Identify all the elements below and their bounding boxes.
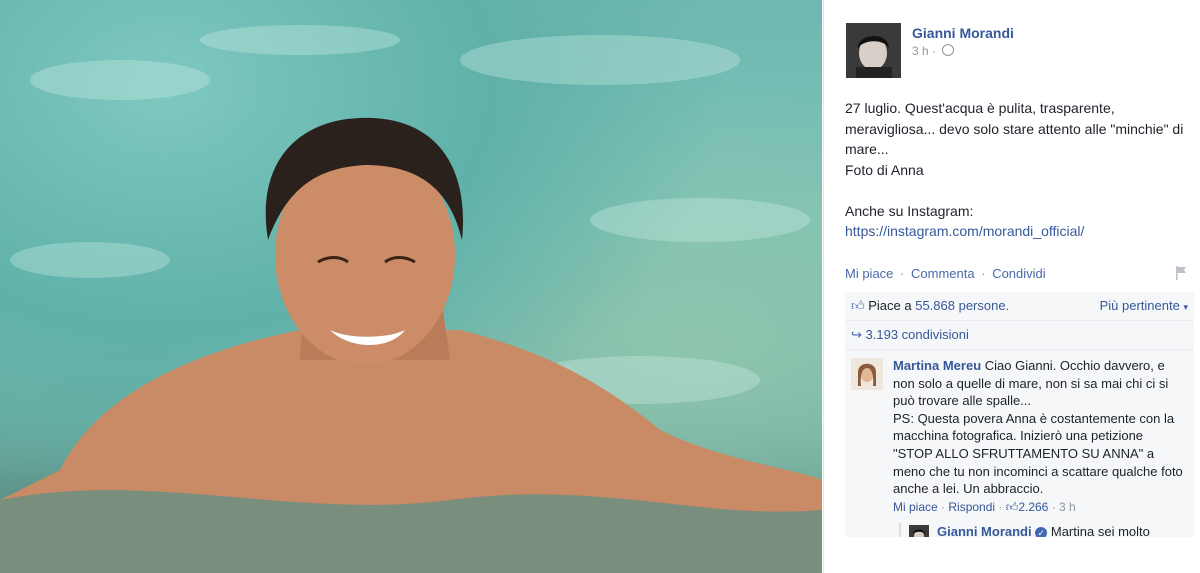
- post-text-line: Foto di Anna: [845, 161, 924, 178]
- post-panel: Gianni Morandi 3 h · 27 luglio. Quest'ac…: [823, 0, 1200, 573]
- separator: ·: [900, 266, 905, 281]
- verified-badge-icon: ✓: [1035, 526, 1048, 537]
- shares-row: ↪ 3.193 condivisioni: [845, 321, 1194, 350]
- shares-count-link[interactable]: 3.193 condivisioni: [866, 327, 969, 342]
- comment-time[interactable]: 3 h: [1059, 500, 1076, 514]
- comment-actions: Mi piace · Rispondi · 👍︎2.266 · 3 h: [893, 500, 1188, 515]
- likes-prefix: Piace a: [868, 298, 912, 313]
- author-name[interactable]: Gianni Morandi: [912, 25, 1014, 41]
- separator: ·: [998, 499, 1003, 514]
- comment-like-button[interactable]: Mi piace: [893, 500, 938, 514]
- flag-icon[interactable]: [1175, 266, 1187, 280]
- sort-dropdown[interactable]: Più pertinente ▾: [1100, 292, 1188, 321]
- like-button[interactable]: Mi piace: [845, 266, 893, 281]
- author-avatar[interactable]: [846, 23, 901, 78]
- post-text-line: meravigliosa... devo solo stare attento …: [845, 120, 1184, 137]
- post-text: 27 luglio. Quest'acqua è pulita, traspar…: [845, 98, 1185, 242]
- commenter-name[interactable]: Martina Mereu: [893, 358, 981, 373]
- share-button[interactable]: Condividi: [992, 266, 1045, 281]
- post-text-line: 27 luglio. Quest'acqua è pulita, traspar…: [845, 100, 1115, 116]
- commenter-avatar[interactable]: [851, 358, 883, 390]
- separator: ·: [1051, 499, 1056, 514]
- comment: Martina Mereu Ciao Gianni. Occhio davver…: [845, 350, 1194, 537]
- reply-author[interactable]: Gianni Morandi: [937, 524, 1032, 537]
- thumbs-up-icon: 👍︎: [1005, 499, 1019, 514]
- sort-label: Più pertinente: [1099, 298, 1180, 313]
- photo-illustration: [0, 25, 822, 573]
- post-text-line: Anche su Instagram:: [845, 202, 974, 219]
- post-time[interactable]: 3 h: [912, 44, 929, 58]
- separator: ·: [941, 499, 946, 514]
- reply-body: Gianni Morandi ✓ Martina sei molto simpa…: [937, 523, 1187, 537]
- post-text-line: mare...: [845, 141, 889, 157]
- comment-likes[interactable]: 👍︎2.266: [1006, 500, 1049, 514]
- post-text-line: [845, 180, 1185, 201]
- separator: ·: [981, 266, 986, 281]
- comment-reply-button[interactable]: Rispondi: [948, 500, 995, 514]
- globe-icon: [942, 44, 955, 56]
- comment-likes-count: 2.266: [1018, 499, 1049, 514]
- thumbs-up-icon: 👍︎: [851, 298, 865, 313]
- likes-count-link[interactable]: 55.868 persone.: [915, 298, 1009, 313]
- time-separator: ·: [932, 44, 937, 58]
- reply: Gianni Morandi ✓ Martina sei molto simpa…: [899, 522, 1188, 537]
- post-stats: 👍︎ Piace a 55.868 persone. Più pertinent…: [845, 292, 1194, 537]
- post-actions: Mi piace · Commenta · Condividi: [845, 266, 1046, 281]
- caret-down-icon: ▾: [1183, 302, 1188, 312]
- share-arrow-icon: ↪: [851, 327, 862, 342]
- comment-ps: PS: Questa povera Anna è costantemente c…: [893, 410, 1183, 497]
- post-timestamp[interactable]: 3 h ·: [912, 44, 955, 58]
- comment-button[interactable]: Commenta: [911, 266, 975, 281]
- post-photo[interactable]: [0, 0, 822, 573]
- reply-avatar[interactable]: [909, 524, 929, 537]
- likes-row: 👍︎ Piace a 55.868 persone. Più pertinent…: [845, 292, 1194, 321]
- instagram-link[interactable]: https://instagram.com/morandi_official/: [845, 221, 1185, 242]
- comment-body: Martina Mereu Ciao Gianni. Occhio davver…: [893, 357, 1183, 498]
